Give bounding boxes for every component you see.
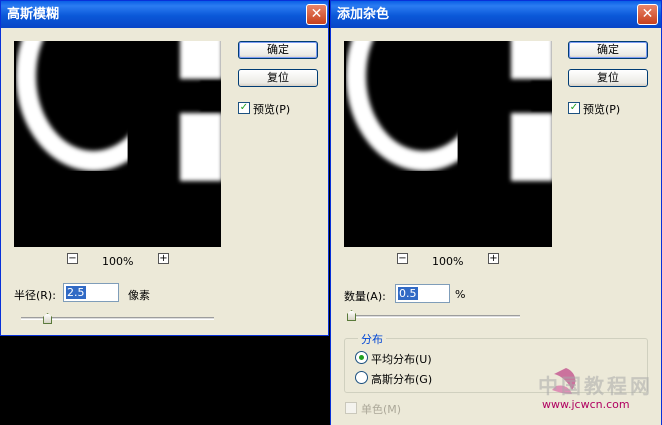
gaussian-ok-button[interactable]: 确定 (238, 41, 318, 59)
gaussian-label: 高斯分布(G) (371, 373, 433, 386)
gaussian-zoom-out-button[interactable]: − (67, 253, 78, 264)
gaussian-blur-preview[interactable] (14, 41, 221, 247)
gaussian-preview-label: 预览(P) (253, 103, 291, 116)
gaussian-preview-checkbox[interactable]: ✓ (238, 102, 250, 114)
preview-letter-c (16, 41, 128, 171)
add-noise-close-button[interactable]: ✕ (637, 4, 658, 25)
add-noise-preview[interactable] (344, 41, 552, 247)
noise-zoom-out-button[interactable]: − (397, 253, 408, 264)
amount-slider-thumb[interactable] (347, 310, 356, 321)
close-icon: ✕ (641, 6, 654, 22)
gaussian-reset-button[interactable]: 复位 (238, 69, 318, 87)
watermark-cn-text: 中国教程网 (538, 374, 653, 398)
reset-label: 复位 (267, 71, 289, 84)
preview-letter-b-bottom (511, 113, 552, 181)
noise-preview-checkbox[interactable]: ✓ (568, 102, 580, 114)
watermark: 中国教程网 www.jcwcn.com (532, 360, 660, 415)
gaussian-blur-titlebar[interactable]: 高斯模糊 (1, 1, 328, 28)
gaussian-blur-close-button[interactable]: ✕ (306, 4, 327, 25)
amount-unit: % (455, 288, 466, 301)
reset-label: 复位 (597, 71, 619, 84)
amount-input[interactable]: 0.5 (395, 284, 450, 303)
preview-letter-b-bottom (180, 113, 221, 181)
amount-value: 0.5 (398, 287, 418, 300)
close-icon: ✕ (310, 6, 323, 22)
watermark-url-text: www.jcwcn.com (542, 398, 630, 411)
monochrome-checkbox[interactable] (345, 402, 357, 414)
add-noise-titlebar[interactable]: 添加杂色 (331, 1, 661, 28)
uniform-radio[interactable] (355, 351, 368, 364)
noise-reset-button[interactable]: 复位 (568, 69, 648, 87)
amount-label: 数量(A): (344, 290, 386, 303)
radius-input[interactable]: 2.5 (63, 283, 119, 302)
monochrome-label: 单色(M) (361, 403, 402, 416)
add-noise-title: 添加杂色 (337, 7, 390, 22)
preview-letter-c (346, 41, 458, 171)
preview-letter-b (180, 41, 221, 79)
radius-unit: 像素 (128, 289, 150, 302)
gaussian-zoom-in-button[interactable]: + (158, 253, 169, 264)
radius-slider-thumb[interactable] (43, 313, 53, 324)
noise-preview-label: 预览(P) (583, 103, 621, 116)
gaussian-blur-dialog: 高斯模糊 ✕ − 100% + 确定 复位 ✓ 预览(P) 半径(R): 2.5… (0, 0, 329, 336)
preview-letter-b (511, 41, 552, 79)
preview-letter-b-gap (200, 81, 221, 111)
plus-icon: + (159, 253, 168, 264)
uniform-label: 平均分布(U) (371, 353, 432, 366)
radius-label: 半径(R): (14, 289, 56, 302)
minus-icon: − (398, 253, 407, 264)
gaussian-radio[interactable] (355, 371, 368, 384)
noise-ok-button[interactable]: 确定 (568, 41, 648, 59)
minus-icon: − (68, 253, 77, 264)
ok-label: 确定 (597, 43, 619, 56)
plus-icon: + (489, 253, 498, 264)
ok-label: 确定 (267, 43, 289, 56)
gaussian-blur-title: 高斯模糊 (7, 7, 60, 22)
noise-zoom-in-button[interactable]: + (488, 253, 499, 264)
noise-zoom-level: 100% (432, 255, 464, 268)
amount-slider-track[interactable] (347, 315, 520, 318)
gaussian-zoom-level: 100% (102, 255, 134, 268)
distribution-group-label: 分布 (358, 331, 386, 347)
preview-letter-b-gap (531, 81, 552, 111)
radius-value: 2.5 (66, 286, 86, 299)
